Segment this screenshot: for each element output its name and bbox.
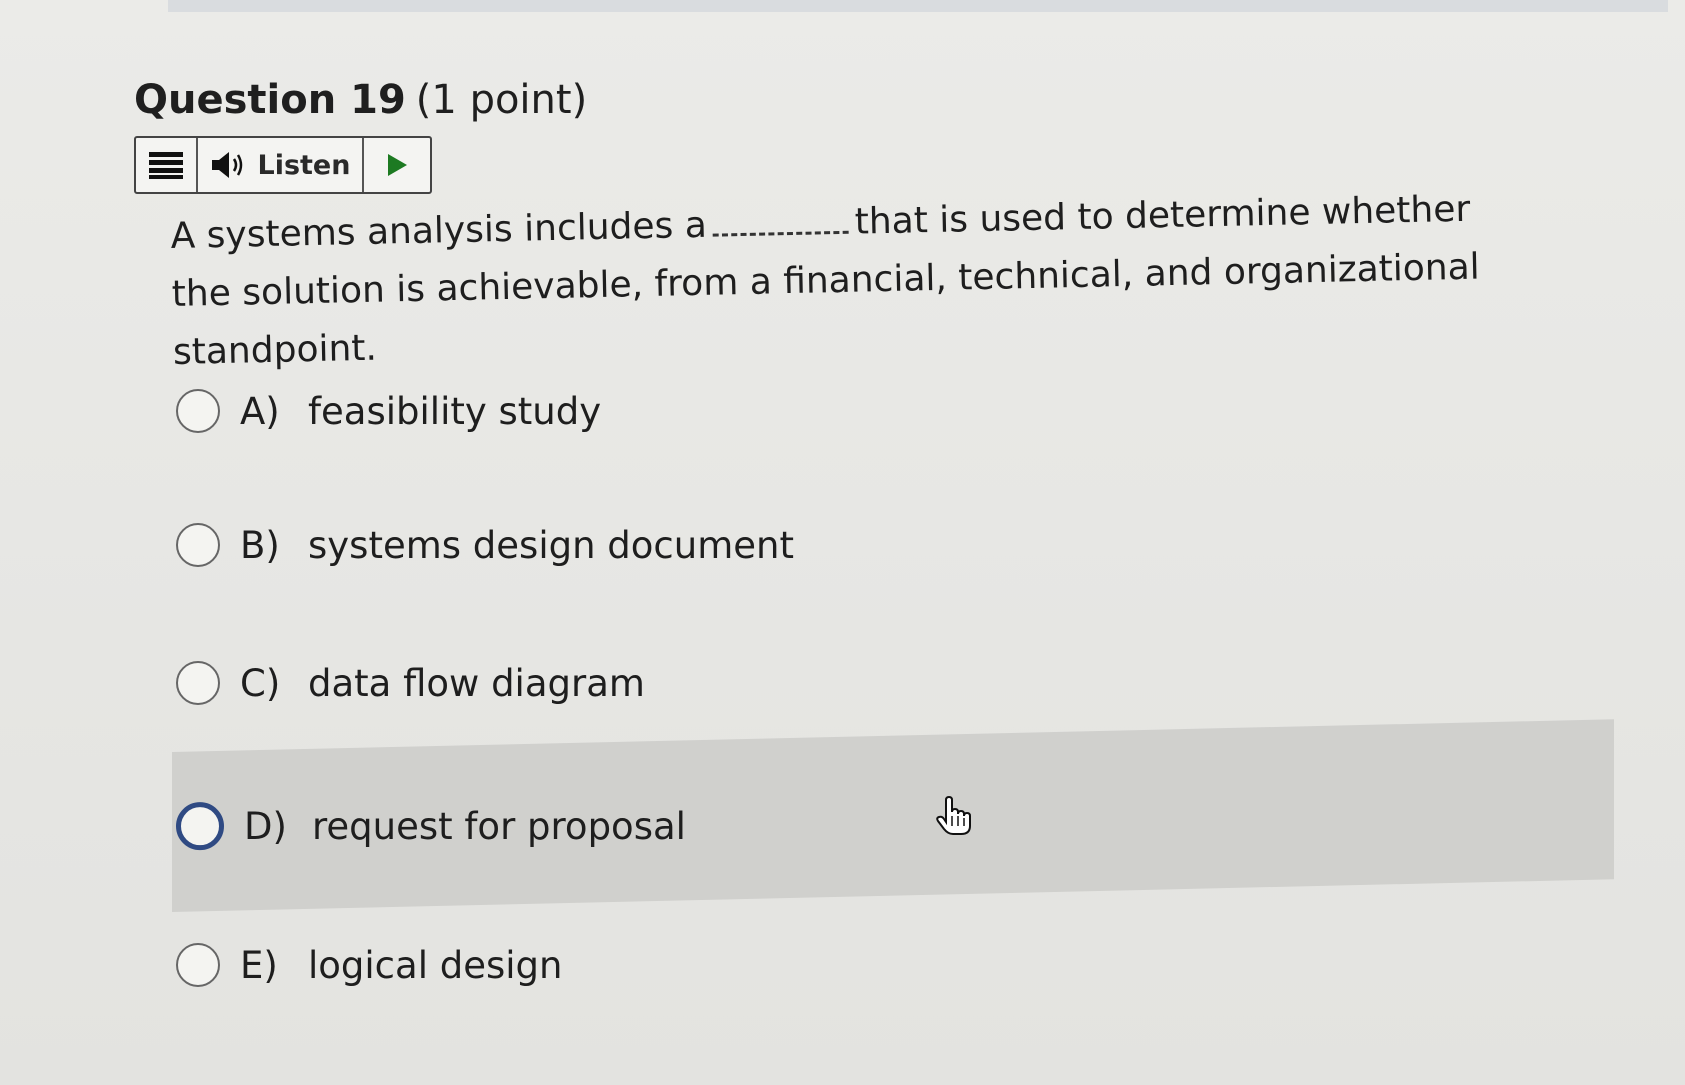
option-text: data flow diagram bbox=[308, 661, 645, 705]
option-letter: D) bbox=[244, 804, 287, 848]
quiz-page: Question 19 (1 point) Listen A systems a… bbox=[0, 0, 1685, 1085]
play-icon bbox=[388, 154, 407, 176]
speaker-icon bbox=[211, 152, 242, 178]
option-text: systems design document bbox=[308, 523, 794, 567]
menu-icon bbox=[149, 152, 183, 179]
menu-button[interactable] bbox=[136, 138, 198, 192]
option-text: feasibility study bbox=[308, 389, 602, 433]
option-text: logical design bbox=[308, 943, 563, 987]
option-text: request for proposal bbox=[312, 804, 686, 848]
top-strip bbox=[168, 0, 1668, 12]
hand-cursor-icon bbox=[936, 796, 971, 835]
question-points: (1 point) bbox=[415, 77, 588, 123]
listen-label: Listen bbox=[257, 149, 351, 181]
option-c[interactable]: C) data flow diagram bbox=[172, 628, 1612, 738]
option-b[interactable]: B) systems design document bbox=[172, 490, 1612, 600]
question-title: Question 19 (1 point) bbox=[134, 76, 587, 124]
option-d[interactable]: D) request for proposal bbox=[172, 719, 1614, 912]
option-letter: C) bbox=[240, 661, 281, 705]
answer-blank bbox=[712, 208, 850, 237]
option-e[interactable]: E) logical design bbox=[172, 910, 1612, 1020]
option-letter: B) bbox=[240, 523, 280, 567]
listen-toolbar: Listen bbox=[134, 136, 432, 194]
option-letter: A) bbox=[240, 389, 280, 433]
question-number: Question 19 bbox=[134, 77, 406, 123]
radio-option-b[interactable] bbox=[176, 523, 220, 567]
option-letter: E) bbox=[240, 943, 278, 987]
radio-option-d[interactable] bbox=[176, 802, 224, 851]
question-text: A systems analysis includes a that is use… bbox=[170, 179, 1543, 382]
listen-button[interactable]: Listen bbox=[198, 138, 364, 192]
radio-option-c[interactable] bbox=[176, 661, 220, 705]
radio-option-e[interactable] bbox=[176, 943, 220, 987]
radio-option-a[interactable] bbox=[176, 389, 220, 433]
option-a[interactable]: A) feasibility study bbox=[172, 356, 1612, 466]
play-button[interactable] bbox=[364, 138, 430, 192]
question-text-before: A systems analysis includes a bbox=[170, 204, 708, 257]
